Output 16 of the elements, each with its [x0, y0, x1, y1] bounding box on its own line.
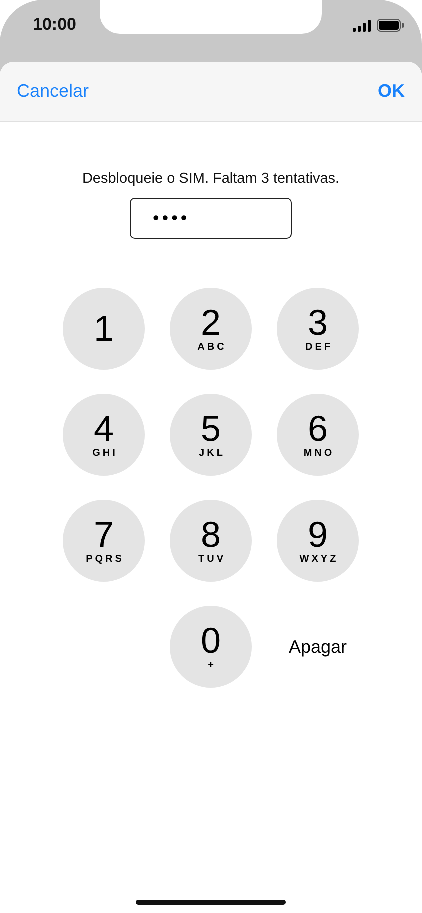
status-time: 10:00: [33, 15, 76, 35]
keypad-key[interactable]: 0 +: [170, 606, 252, 688]
keypad-key[interactable]: 2 ABC: [170, 288, 252, 370]
keypad-key[interactable]: 9 WXYZ: [277, 500, 359, 582]
keypad-key[interactable]: 7 PQRS: [63, 500, 145, 582]
keypad-key[interactable]: 8 TUV: [170, 500, 252, 582]
keypad-key[interactable]: 5 JKL: [170, 394, 252, 476]
keypad-key[interactable]: 4 GHI: [63, 394, 145, 476]
sim-unlock-prompt: Desbloqueie o SIM. Faltam 3 tentativas.: [82, 171, 340, 187]
battery-icon: [377, 19, 404, 32]
keypad-key[interactable]: 1: [63, 288, 145, 370]
delete-button[interactable]: Apagar: [277, 606, 359, 688]
pin-field[interactable]: ••••: [130, 198, 292, 239]
keypad-key[interactable]: 6 MNO: [277, 394, 359, 476]
signal-icon: [353, 20, 371, 32]
keypad-key[interactable]: 3 DEF: [277, 288, 359, 370]
